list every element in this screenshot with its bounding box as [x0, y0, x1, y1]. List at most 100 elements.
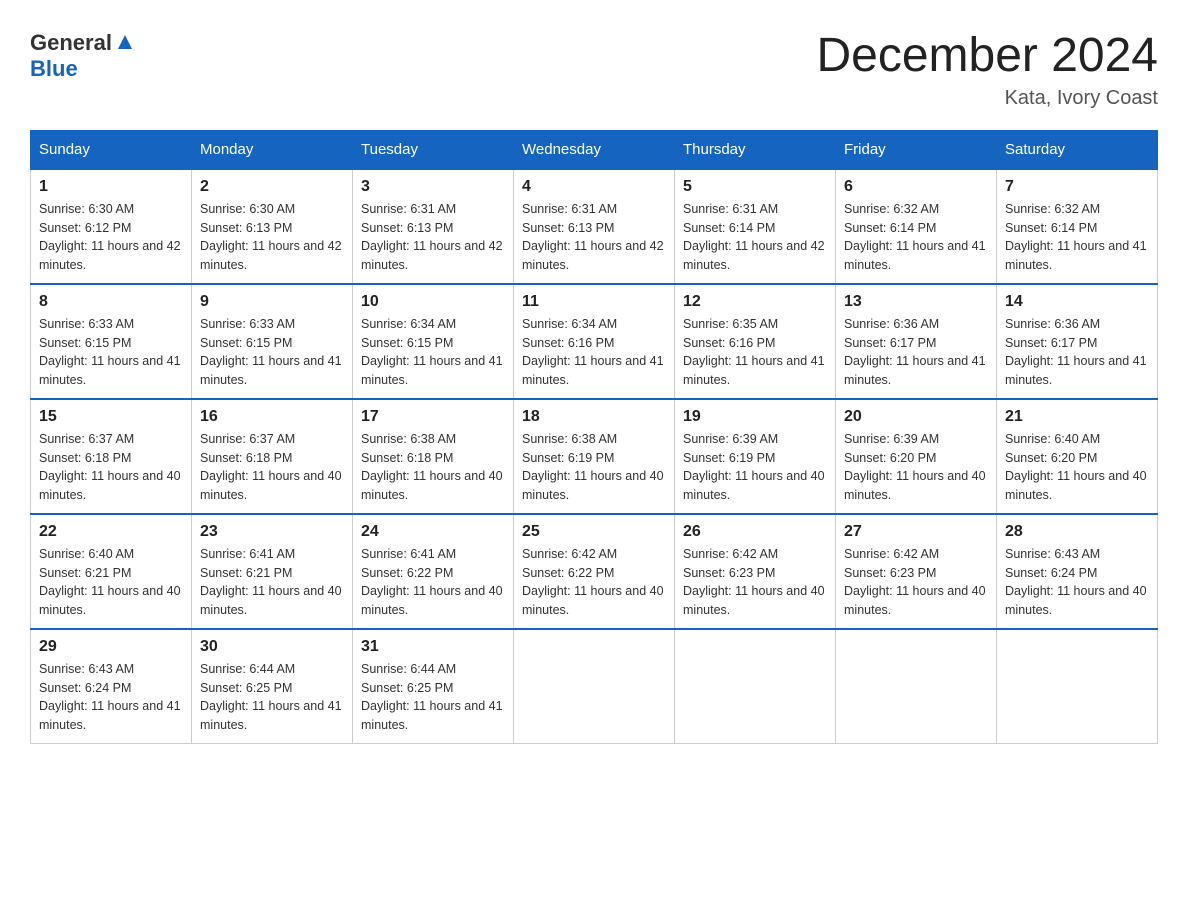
header-day-thursday: Thursday — [675, 130, 836, 169]
calendar-cell: 11 Sunrise: 6:34 AM Sunset: 6:16 PM Dayl… — [514, 284, 675, 399]
day-info: Sunrise: 6:31 AM Sunset: 6:14 PM Dayligh… — [683, 200, 827, 275]
day-info: Sunrise: 6:36 AM Sunset: 6:17 PM Dayligh… — [844, 315, 988, 390]
day-number: 26 — [683, 523, 827, 541]
header-day-saturday: Saturday — [997, 130, 1158, 169]
day-info: Sunrise: 6:44 AM Sunset: 6:25 PM Dayligh… — [200, 660, 344, 735]
day-number: 29 — [39, 638, 183, 656]
day-info: Sunrise: 6:37 AM Sunset: 6:18 PM Dayligh… — [200, 430, 344, 505]
calendar-cell — [836, 629, 997, 744]
day-number: 1 — [39, 178, 183, 196]
day-info: Sunrise: 6:34 AM Sunset: 6:15 PM Dayligh… — [361, 315, 505, 390]
calendar-cell: 16 Sunrise: 6:37 AM Sunset: 6:18 PM Dayl… — [192, 399, 353, 514]
calendar-cell: 30 Sunrise: 6:44 AM Sunset: 6:25 PM Dayl… — [192, 629, 353, 744]
calendar-table: SundayMondayTuesdayWednesdayThursdayFrid… — [30, 130, 1158, 744]
calendar-cell: 21 Sunrise: 6:40 AM Sunset: 6:20 PM Dayl… — [997, 399, 1158, 514]
day-info: Sunrise: 6:42 AM Sunset: 6:22 PM Dayligh… — [522, 545, 666, 620]
day-number: 25 — [522, 523, 666, 541]
day-info: Sunrise: 6:40 AM Sunset: 6:20 PM Dayligh… — [1005, 430, 1149, 505]
calendar-cell — [675, 629, 836, 744]
calendar-cell: 13 Sunrise: 6:36 AM Sunset: 6:17 PM Dayl… — [836, 284, 997, 399]
day-info: Sunrise: 6:31 AM Sunset: 6:13 PM Dayligh… — [522, 200, 666, 275]
calendar-cell: 3 Sunrise: 6:31 AM Sunset: 6:13 PM Dayli… — [353, 169, 514, 284]
calendar-cell: 19 Sunrise: 6:39 AM Sunset: 6:19 PM Dayl… — [675, 399, 836, 514]
day-info: Sunrise: 6:33 AM Sunset: 6:15 PM Dayligh… — [39, 315, 183, 390]
week-row-4: 22 Sunrise: 6:40 AM Sunset: 6:21 PM Dayl… — [31, 514, 1158, 629]
day-number: 6 — [844, 178, 988, 196]
calendar-cell: 14 Sunrise: 6:36 AM Sunset: 6:17 PM Dayl… — [997, 284, 1158, 399]
week-row-1: 1 Sunrise: 6:30 AM Sunset: 6:12 PM Dayli… — [31, 169, 1158, 284]
week-row-2: 8 Sunrise: 6:33 AM Sunset: 6:15 PM Dayli… — [31, 284, 1158, 399]
calendar-cell: 29 Sunrise: 6:43 AM Sunset: 6:24 PM Dayl… — [31, 629, 192, 744]
calendar-cell: 9 Sunrise: 6:33 AM Sunset: 6:15 PM Dayli… — [192, 284, 353, 399]
week-row-5: 29 Sunrise: 6:43 AM Sunset: 6:24 PM Dayl… — [31, 629, 1158, 744]
day-number: 19 — [683, 408, 827, 426]
day-number: 21 — [1005, 408, 1149, 426]
day-number: 9 — [200, 293, 344, 311]
header-day-sunday: Sunday — [31, 130, 192, 169]
day-info: Sunrise: 6:31 AM Sunset: 6:13 PM Dayligh… — [361, 200, 505, 275]
day-info: Sunrise: 6:42 AM Sunset: 6:23 PM Dayligh… — [683, 545, 827, 620]
calendar-cell: 4 Sunrise: 6:31 AM Sunset: 6:13 PM Dayli… — [514, 169, 675, 284]
day-number: 28 — [1005, 523, 1149, 541]
day-number: 12 — [683, 293, 827, 311]
day-number: 17 — [361, 408, 505, 426]
calendar-cell: 28 Sunrise: 6:43 AM Sunset: 6:24 PM Dayl… — [997, 514, 1158, 629]
calendar-cell: 25 Sunrise: 6:42 AM Sunset: 6:22 PM Dayl… — [514, 514, 675, 629]
day-info: Sunrise: 6:43 AM Sunset: 6:24 PM Dayligh… — [39, 660, 183, 735]
month-title: December 2024 — [816, 30, 1158, 83]
page-header: General Blue December 2024 Kata, Ivory C… — [30, 30, 1158, 110]
day-info: Sunrise: 6:36 AM Sunset: 6:17 PM Dayligh… — [1005, 315, 1149, 390]
day-number: 10 — [361, 293, 505, 311]
day-number: 7 — [1005, 178, 1149, 196]
location: Kata, Ivory Coast — [816, 87, 1158, 110]
day-info: Sunrise: 6:37 AM Sunset: 6:18 PM Dayligh… — [39, 430, 183, 505]
calendar-cell: 12 Sunrise: 6:35 AM Sunset: 6:16 PM Dayl… — [675, 284, 836, 399]
day-number: 31 — [361, 638, 505, 656]
day-info: Sunrise: 6:43 AM Sunset: 6:24 PM Dayligh… — [1005, 545, 1149, 620]
day-number: 24 — [361, 523, 505, 541]
title-section: December 2024 Kata, Ivory Coast — [816, 30, 1158, 110]
logo-triangle-icon — [114, 31, 136, 53]
week-row-3: 15 Sunrise: 6:37 AM Sunset: 6:18 PM Dayl… — [31, 399, 1158, 514]
day-number: 2 — [200, 178, 344, 196]
day-info: Sunrise: 6:39 AM Sunset: 6:19 PM Dayligh… — [683, 430, 827, 505]
day-number: 27 — [844, 523, 988, 541]
day-info: Sunrise: 6:30 AM Sunset: 6:12 PM Dayligh… — [39, 200, 183, 275]
day-info: Sunrise: 6:44 AM Sunset: 6:25 PM Dayligh… — [361, 660, 505, 735]
day-number: 5 — [683, 178, 827, 196]
calendar-cell: 5 Sunrise: 6:31 AM Sunset: 6:14 PM Dayli… — [675, 169, 836, 284]
header-day-wednesday: Wednesday — [514, 130, 675, 169]
day-info: Sunrise: 6:41 AM Sunset: 6:21 PM Dayligh… — [200, 545, 344, 620]
header-day-monday: Monday — [192, 130, 353, 169]
day-number: 11 — [522, 293, 666, 311]
calendar-cell: 26 Sunrise: 6:42 AM Sunset: 6:23 PM Dayl… — [675, 514, 836, 629]
calendar-cell: 24 Sunrise: 6:41 AM Sunset: 6:22 PM Dayl… — [353, 514, 514, 629]
header-day-tuesday: Tuesday — [353, 130, 514, 169]
day-number: 23 — [200, 523, 344, 541]
day-number: 22 — [39, 523, 183, 541]
day-info: Sunrise: 6:30 AM Sunset: 6:13 PM Dayligh… — [200, 200, 344, 275]
day-info: Sunrise: 6:38 AM Sunset: 6:19 PM Dayligh… — [522, 430, 666, 505]
day-info: Sunrise: 6:32 AM Sunset: 6:14 PM Dayligh… — [1005, 200, 1149, 275]
calendar-cell: 22 Sunrise: 6:40 AM Sunset: 6:21 PM Dayl… — [31, 514, 192, 629]
header-row: SundayMondayTuesdayWednesdayThursdayFrid… — [31, 130, 1158, 169]
calendar-cell: 23 Sunrise: 6:41 AM Sunset: 6:21 PM Dayl… — [192, 514, 353, 629]
calendar-cell: 2 Sunrise: 6:30 AM Sunset: 6:13 PM Dayli… — [192, 169, 353, 284]
calendar-cell: 15 Sunrise: 6:37 AM Sunset: 6:18 PM Dayl… — [31, 399, 192, 514]
day-info: Sunrise: 6:34 AM Sunset: 6:16 PM Dayligh… — [522, 315, 666, 390]
day-info: Sunrise: 6:32 AM Sunset: 6:14 PM Dayligh… — [844, 200, 988, 275]
calendar-cell: 18 Sunrise: 6:38 AM Sunset: 6:19 PM Dayl… — [514, 399, 675, 514]
day-number: 14 — [1005, 293, 1149, 311]
day-number: 13 — [844, 293, 988, 311]
day-number: 20 — [844, 408, 988, 426]
calendar-cell — [514, 629, 675, 744]
calendar-cell: 17 Sunrise: 6:38 AM Sunset: 6:18 PM Dayl… — [353, 399, 514, 514]
calendar-cell: 1 Sunrise: 6:30 AM Sunset: 6:12 PM Dayli… — [31, 169, 192, 284]
calendar-cell: 20 Sunrise: 6:39 AM Sunset: 6:20 PM Dayl… — [836, 399, 997, 514]
day-number: 15 — [39, 408, 183, 426]
day-number: 18 — [522, 408, 666, 426]
calendar-cell — [997, 629, 1158, 744]
calendar-cell: 27 Sunrise: 6:42 AM Sunset: 6:23 PM Dayl… — [836, 514, 997, 629]
calendar-cell: 6 Sunrise: 6:32 AM Sunset: 6:14 PM Dayli… — [836, 169, 997, 284]
logo-blue: Blue — [30, 56, 78, 81]
